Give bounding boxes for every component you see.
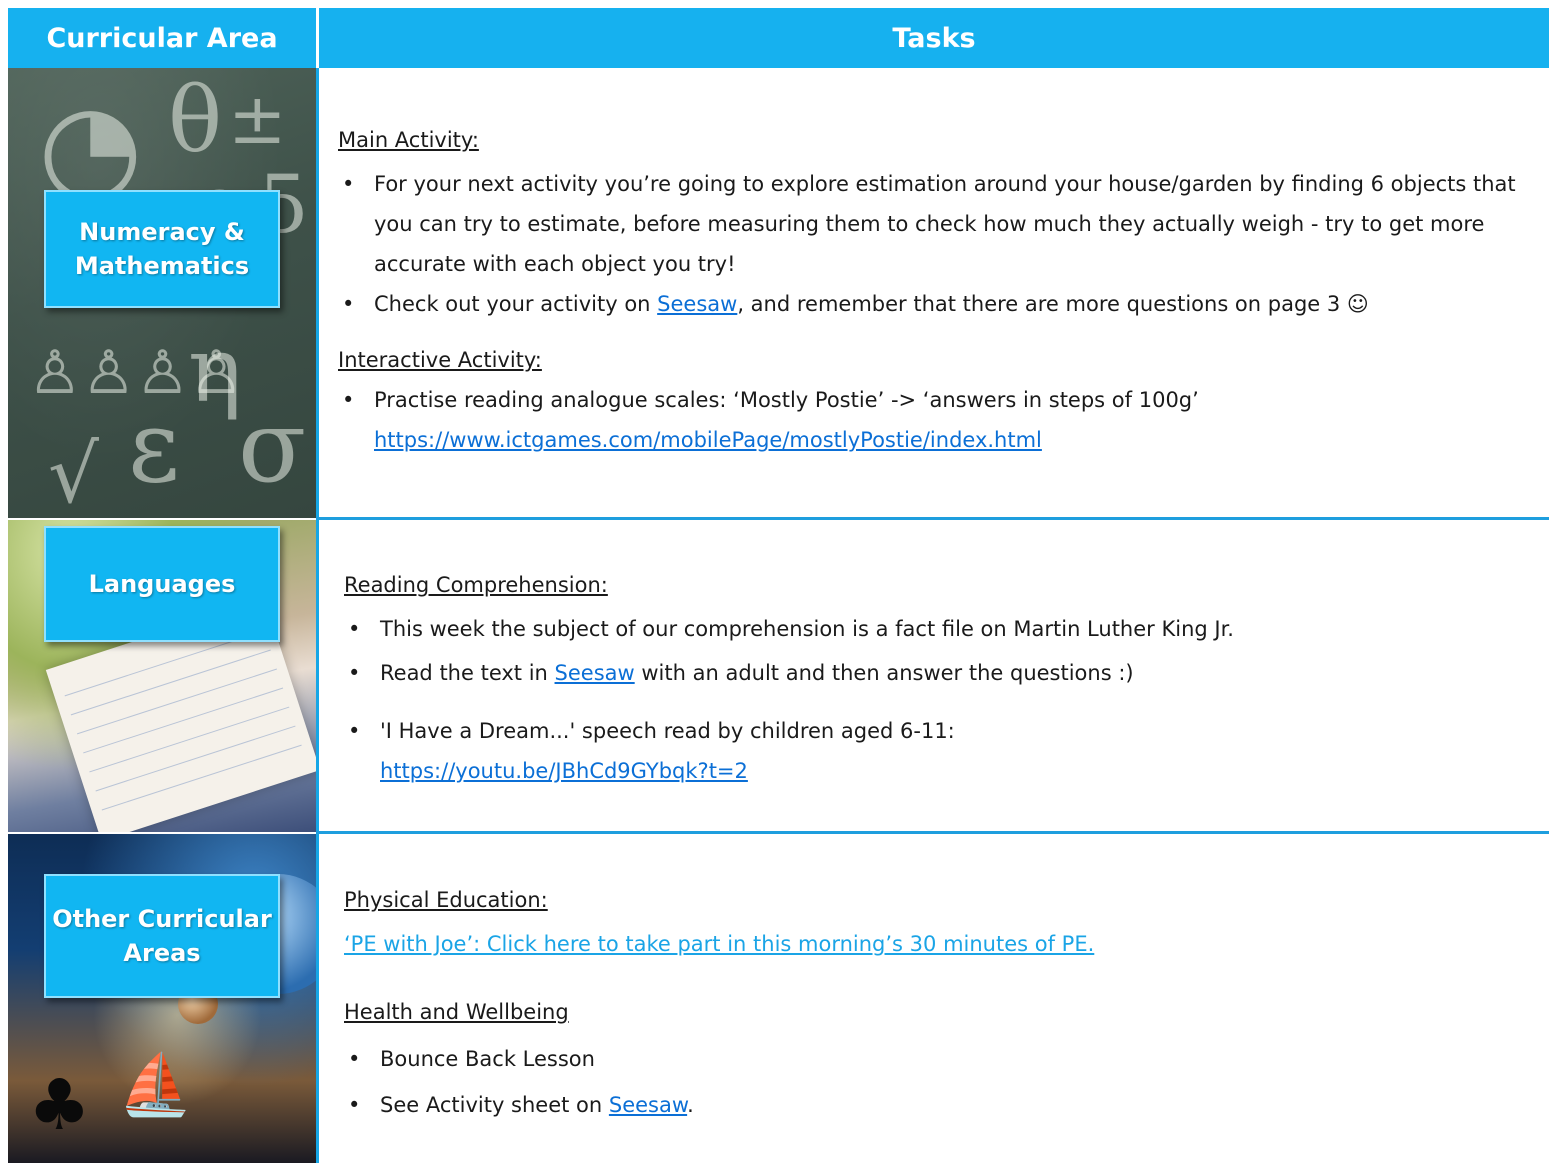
physical-education-heading: Physical Education: xyxy=(344,888,548,912)
chalk-n-icon: η xyxy=(188,318,242,423)
area-label-languages: Languages xyxy=(88,570,236,598)
text-span: , and remember that there are more quest… xyxy=(737,292,1369,316)
list-item: This week the subject of our comprehensi… xyxy=(344,607,1543,651)
table-header: Curricular Area Tasks xyxy=(8,8,1549,68)
header-curricular-area: Curricular Area xyxy=(46,23,278,54)
list-item: Check out your activity on Seesaw, and r… xyxy=(338,284,1543,324)
chalk-check-icon: √ xyxy=(48,428,99,518)
languages-tasks: Reading Comprehension: This week the sub… xyxy=(344,563,1543,791)
list-item: See Activity sheet on Seesaw. xyxy=(344,1082,1543,1128)
area-label-other: Other Curricular Areas xyxy=(52,905,272,967)
seesaw-link[interactable]: Seesaw xyxy=(657,292,737,316)
health-wellbeing-heading: Health and Wellbeing xyxy=(344,1000,569,1024)
list-item: 'I Have a Dream...' speech read by child… xyxy=(344,711,1543,791)
pe-with-joe-link[interactable]: ‘PE with Joe’: Click here to take part i… xyxy=(344,924,1543,964)
tree-silhouette-icon: ♣ xyxy=(28,1064,91,1146)
ictgames-link[interactable]: https://www.ictgames.com/mobilePage/most… xyxy=(374,420,1543,460)
list-item-text: Practise reading analogue scales: ‘Mostl… xyxy=(374,388,1199,412)
reading-comprehension-heading: Reading Comprehension: xyxy=(344,573,608,597)
text-span: See Activity sheet on xyxy=(380,1093,609,1117)
text-span: . xyxy=(687,1093,694,1117)
interactive-activity-heading: Interactive Activity: xyxy=(338,348,542,372)
chalk-epsilon-icon: ε xyxy=(128,388,180,505)
seesaw-link[interactable]: Seesaw xyxy=(609,1093,687,1117)
area-badge-languages: Languages xyxy=(44,526,280,642)
text-span: Check out your activity on xyxy=(374,292,658,316)
list-item: Bounce Back Lesson xyxy=(344,1036,1543,1082)
other-areas-tasks: Physical Education: ‘PE with Joe’: Click… xyxy=(344,880,1543,1128)
curriculum-table: Curricular Area Tasks ◔ θ ± a 5 ♙♙♙♙ η ε… xyxy=(8,8,1549,1163)
chalk-plusminus-icon: ± xyxy=(228,78,287,160)
row-divider-2 xyxy=(316,831,1549,834)
area-badge-numeracy: Numeracy & Mathematics xyxy=(44,190,280,308)
text-span: Read the text in xyxy=(380,661,555,685)
chalk-sigma-icon: σ xyxy=(238,388,307,505)
text-span: with an adult and then answer the questi… xyxy=(634,661,1134,685)
main-activity-heading: Main Activity: xyxy=(338,128,479,152)
list-item: Read the text in Seesaw with an adult an… xyxy=(344,651,1543,695)
area-badge-other: Other Curricular Areas xyxy=(44,874,280,998)
column-divider xyxy=(316,68,319,1163)
numeracy-tasks: Main Activity: For your next activity yo… xyxy=(338,120,1543,460)
list-item: Practise reading analogue scales: ‘Mostl… xyxy=(338,380,1543,460)
ship-icon: ⛵ xyxy=(118,1050,193,1120)
youtube-link[interactable]: https://youtu.be/JBhCd9GYbqk?t=2 xyxy=(380,751,1543,791)
header-tasks: Tasks xyxy=(892,23,976,54)
area-label-numeracy: Numeracy & Mathematics xyxy=(74,218,250,280)
row-divider-1 xyxy=(316,517,1549,520)
seesaw-link[interactable]: Seesaw xyxy=(555,661,635,685)
list-item: For your next activity you’re going to e… xyxy=(338,164,1543,284)
list-item-text: 'I Have a Dream...' speech read by child… xyxy=(380,719,955,743)
